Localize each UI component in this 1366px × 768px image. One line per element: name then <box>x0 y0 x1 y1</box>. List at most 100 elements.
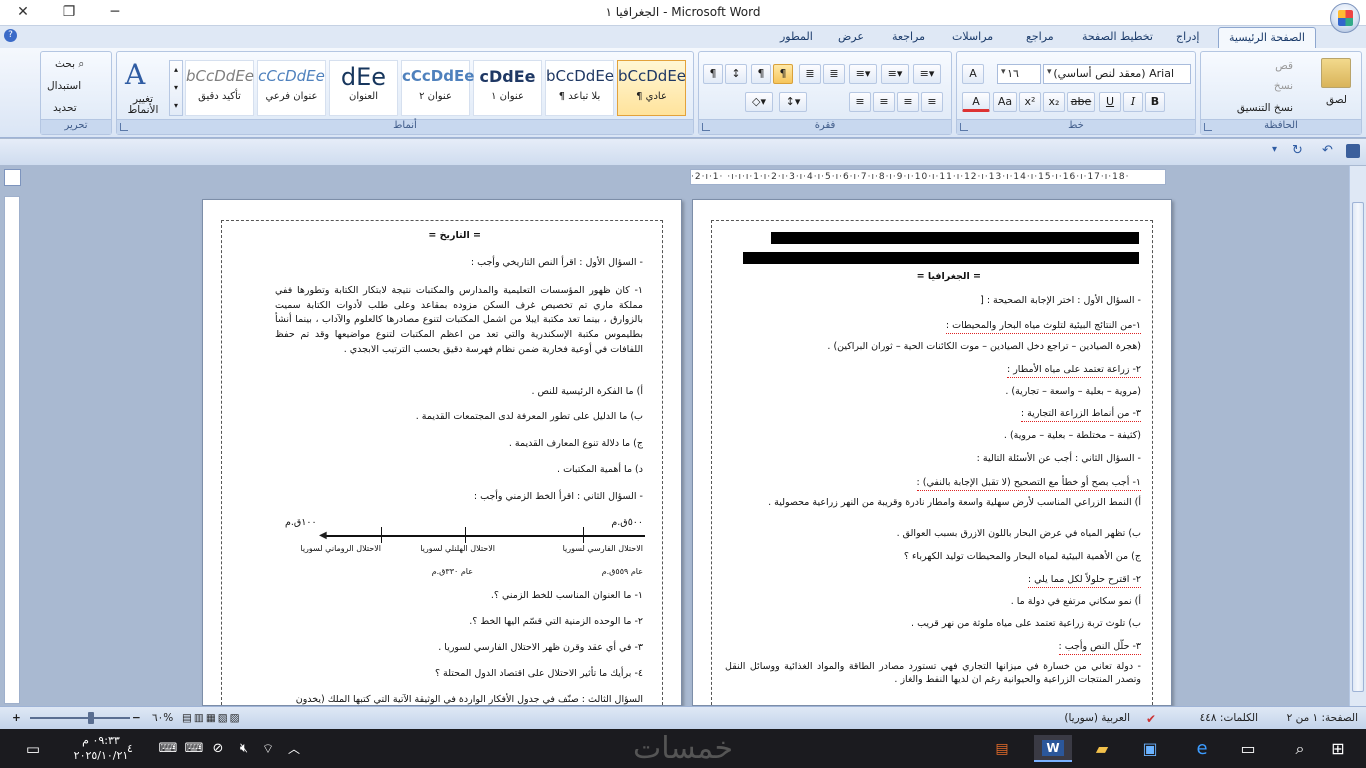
group-label-clipboard: الحافظة <box>1201 119 1361 134</box>
office-logo-icon <box>1338 10 1353 26</box>
tab-review[interactable]: مراجعة <box>892 30 925 43</box>
hist-title: = التاريخ = <box>428 230 481 241</box>
customize-qat-icon[interactable]: ▾ <box>1272 144 1277 155</box>
view-buttons[interactable]: ▤▥▦▧▨ <box>182 712 242 724</box>
align-left-button[interactable]: ≡ <box>849 92 871 112</box>
word-taskbar-button[interactable]: W <box>1034 735 1072 762</box>
tab-view[interactable]: عرض <box>838 30 864 43</box>
italic-button[interactable]: I <box>1123 92 1143 112</box>
keyboard-icon[interactable]: ⌨ <box>156 735 180 762</box>
vertical-scrollbar[interactable] <box>1349 166 1366 706</box>
style-subtle-emphasis[interactable]: bCcDdEe تأكيد دقيق <box>185 60 254 116</box>
line-spacing-button[interactable]: ↕▾ <box>779 92 807 112</box>
clear-formatting-button[interactable]: A <box>962 64 984 84</box>
zoom-in-button[interactable]: + <box>12 712 21 724</box>
vertical-ruler[interactable] <box>4 196 20 704</box>
styles-scroll-buttons[interactable]: ▴ ▾ ▾ <box>169 60 183 116</box>
bold-button[interactable]: B <box>1145 92 1165 112</box>
redo-icon[interactable]: ↻ <box>1292 143 1303 158</box>
minimize-button[interactable]: ─ <box>92 0 138 26</box>
network-icon[interactable]: ⌔ <box>256 735 280 762</box>
search-icon[interactable]: ⌕ <box>1282 735 1318 762</box>
media-icon[interactable]: ▤ <box>984 735 1020 762</box>
center-button[interactable]: ≡ <box>873 92 895 112</box>
sort-button[interactable]: ↕ <box>725 64 747 84</box>
style-heading-1[interactable]: cDdEe عنوان ١ <box>473 60 542 116</box>
zoom-level[interactable]: ٦٠% <box>152 712 173 724</box>
page-count[interactable]: الصفحة: ١ من ٢ <box>1287 712 1358 724</box>
paste-button[interactable]: لصق <box>1326 94 1347 106</box>
font-name-combo[interactable]: Arial (معقد لنص أساسي) <box>1043 64 1191 84</box>
rtl-button[interactable]: ¶ <box>773 64 793 84</box>
computer-icon[interactable]: ▣ <box>1132 735 1168 762</box>
keyboard-icon[interactable]: ⌨ <box>182 735 206 762</box>
word-count[interactable]: الكلمات: ٤٤٨ <box>1200 712 1258 724</box>
tab-home[interactable]: الصفحة الرئيسية <box>1218 27 1316 48</box>
paragraph-mark-button[interactable]: ¶ <box>703 64 723 84</box>
office-button[interactable] <box>1330 3 1360 33</box>
style-normal[interactable]: bCcDdEe ¶ عادي <box>617 60 686 116</box>
proofing-icon[interactable]: ✔ <box>1146 712 1156 726</box>
start-button[interactable]: ⊞ <box>1320 735 1356 762</box>
strikethrough-button[interactable]: abe <box>1067 92 1095 112</box>
zoom-slider[interactable] <box>30 717 130 719</box>
justify-button[interactable]: ≡ <box>921 92 943 112</box>
multilevel-list-button[interactable]: ≡▾ <box>849 64 877 84</box>
find-button[interactable]: بحث ⌕ <box>55 58 84 71</box>
replace-button[interactable]: استبدال <box>47 80 81 92</box>
tray-expand-icon[interactable]: ︿ <box>284 735 304 762</box>
geo-q1-3a: (كثيفة – مختلطة – بعلية – مروية) . <box>1003 430 1141 441</box>
close-button[interactable]: ✕ <box>0 0 46 26</box>
horizontal-ruler[interactable]: ·2·ı·1· ·ı·ı·ı·1·ı·2·ı·3·ı·4·ı·5·ı·6·ı·7… <box>690 169 1166 185</box>
style-heading-2[interactable]: cCcDdEe عنوان ٢ <box>401 60 474 116</box>
font-expand-icon[interactable] <box>960 123 968 131</box>
page-history: = التاريخ = - السؤال الأول : اقرأ النص ا… <box>202 199 682 706</box>
tab-insert[interactable]: إدراج <box>1176 30 1199 43</box>
style-subtitle[interactable]: cCcDdEe عنوان فرعي <box>257 60 326 116</box>
change-case-button[interactable]: Aa <box>993 92 1017 112</box>
underline-button[interactable]: U <box>1099 92 1121 112</box>
increase-indent-button[interactable]: ≣ <box>799 64 821 84</box>
copy-button[interactable]: نسخ <box>1274 80 1293 92</box>
tab-page-layout[interactable]: تخطيط الصفحة <box>1082 30 1153 43</box>
ltr-button[interactable]: ¶ <box>751 64 771 84</box>
volume-icon[interactable]: 🔇︎ <box>232 735 256 762</box>
font-color-button[interactable]: A <box>962 92 990 112</box>
shading-button[interactable]: ◇▾ <box>745 92 773 112</box>
zoom-out-button[interactable]: − <box>132 712 141 724</box>
cut-button[interactable]: قص <box>1275 60 1293 72</box>
scrollbar-thumb[interactable] <box>1352 202 1364 692</box>
language-indicator[interactable]: العربية (سوريا) <box>1064 712 1130 724</box>
edge-icon[interactable]: e <box>1184 735 1220 762</box>
tab-developer[interactable]: المطور <box>780 30 813 43</box>
subscript-button[interactable]: x₂ <box>1043 92 1065 112</box>
tab-mailings[interactable]: مراسلات <box>952 30 993 43</box>
change-styles-button[interactable]: تغيير الأنماط <box>123 94 163 116</box>
clipboard-expand-icon[interactable] <box>1204 123 1212 131</box>
font-size-combo[interactable]: ١٦ <box>997 64 1041 84</box>
superscript-button[interactable]: x² <box>1019 92 1041 112</box>
notification-icon[interactable]: ⊘ <box>206 735 230 762</box>
geo-q1-2a: (مروية – بعلية – واسعة – تجارية) . <box>1005 386 1141 397</box>
paragraph-expand-icon[interactable] <box>702 123 710 131</box>
style-no-spacing[interactable]: bCcDdEe ¶ بلا تباعد <box>545 60 614 116</box>
save-icon[interactable] <box>1346 144 1360 158</box>
task-view-icon[interactable]: ▭ <box>1230 735 1266 762</box>
style-title[interactable]: dEe العنوان <box>329 60 398 116</box>
decrease-indent-button[interactable]: ≣ <box>823 64 845 84</box>
maximize-button[interactable]: ❐ <box>46 0 92 26</box>
bullets-button[interactable]: ≡▾ <box>913 64 941 84</box>
help-icon[interactable]: ? <box>4 29 17 42</box>
align-right-button[interactable]: ≡ <box>897 92 919 112</box>
tab-selector[interactable] <box>4 169 21 186</box>
numbering-button[interactable]: ≡▾ <box>881 64 909 84</box>
select-button[interactable]: تحديد <box>53 102 77 114</box>
styles-expand-icon[interactable] <box>120 123 128 131</box>
format-painter-button[interactable]: نسخ التنسيق <box>1237 102 1293 114</box>
file-explorer-icon[interactable]: ▰ <box>1084 735 1120 762</box>
action-center-icon[interactable]: ▭ <box>18 735 48 762</box>
tab-references[interactable]: مراجع <box>1026 30 1054 43</box>
zoom-slider-thumb[interactable] <box>88 712 94 724</box>
clock[interactable]: ٠٩:٣٣ م ٢٠٢٥/١٠/٢١ <box>56 733 146 763</box>
undo-icon[interactable]: ↶ <box>1322 143 1333 158</box>
